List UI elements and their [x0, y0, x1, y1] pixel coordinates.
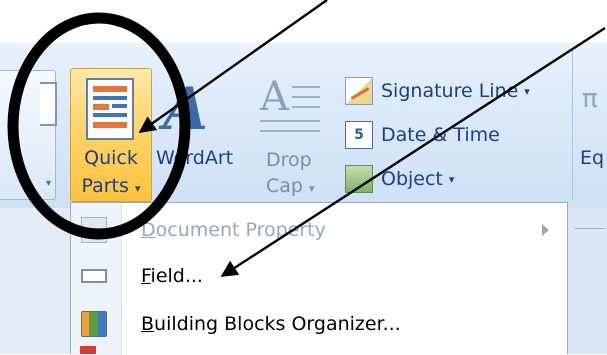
top-area: [0, 0, 607, 43]
menu-item-document-property[interactable]: Document Property: [71, 209, 567, 251]
chevron-down-icon: ▾: [524, 84, 530, 98]
signature-line-label: Signature Line: [381, 80, 519, 102]
wordart-icon: A: [163, 75, 209, 143]
quick-parts-menu: Document Property Field... Building Bloc…: [70, 202, 568, 355]
chevron-down-icon: ▾: [448, 172, 455, 186]
equation-button[interactable]: Eq: [580, 147, 604, 169]
date-time-label: Date & Time: [381, 124, 500, 146]
menu-item-label: Field...: [141, 265, 203, 287]
ribbon-group-separator: [572, 50, 573, 200]
object-button[interactable]: Object ▾: [345, 162, 454, 196]
quick-parts-label-line2: Parts: [81, 175, 129, 197]
signature-line-button[interactable]: Signature Line ▾: [345, 74, 530, 108]
menu-item-label: Document Property: [141, 219, 326, 241]
quick-parts-label[interactable]: Quick Parts ▾: [70, 144, 152, 203]
menu-item-label: Building Blocks Organizer...: [141, 313, 401, 335]
drop-cap-label-line2: Cap: [266, 175, 303, 197]
quick-parts-label-line1: Quick: [84, 147, 138, 169]
object-label: Object: [381, 168, 443, 190]
menu-item-field[interactable]: Field...: [71, 255, 567, 297]
quick-parts-icon: [86, 78, 134, 140]
drop-cap-button[interactable]: Drop Cap ▾: [266, 147, 315, 202]
equation-icon: π: [582, 84, 598, 114]
document-property-icon: [81, 217, 107, 243]
wordart-button[interactable]: WordArt: [156, 147, 233, 169]
chevron-down-icon: ▾: [46, 178, 52, 189]
object-icon: [345, 165, 373, 193]
text-box-icon: [40, 82, 57, 126]
right-panel: [572, 208, 607, 354]
date-time-button[interactable]: 5 Date & Time: [345, 118, 500, 152]
signature-line-icon: [345, 77, 373, 105]
menu-item-building-blocks-organizer[interactable]: Building Blocks Organizer...: [71, 303, 567, 345]
building-blocks-icon: [81, 311, 107, 337]
date-time-icon: 5: [345, 121, 373, 149]
field-icon: [81, 269, 107, 283]
drop-cap-icon: A: [260, 74, 324, 140]
divider: [575, 228, 605, 229]
submenu-arrow-icon: [542, 224, 549, 236]
next-menu-item-icon: [80, 346, 96, 354]
drop-cap-letter: A: [260, 74, 289, 120]
ruler-strip: [0, 208, 71, 354]
chevron-down-icon: ▾: [134, 182, 141, 195]
chevron-down-icon: ▾: [309, 182, 315, 195]
drop-cap-label-line1: Drop: [266, 149, 312, 171]
